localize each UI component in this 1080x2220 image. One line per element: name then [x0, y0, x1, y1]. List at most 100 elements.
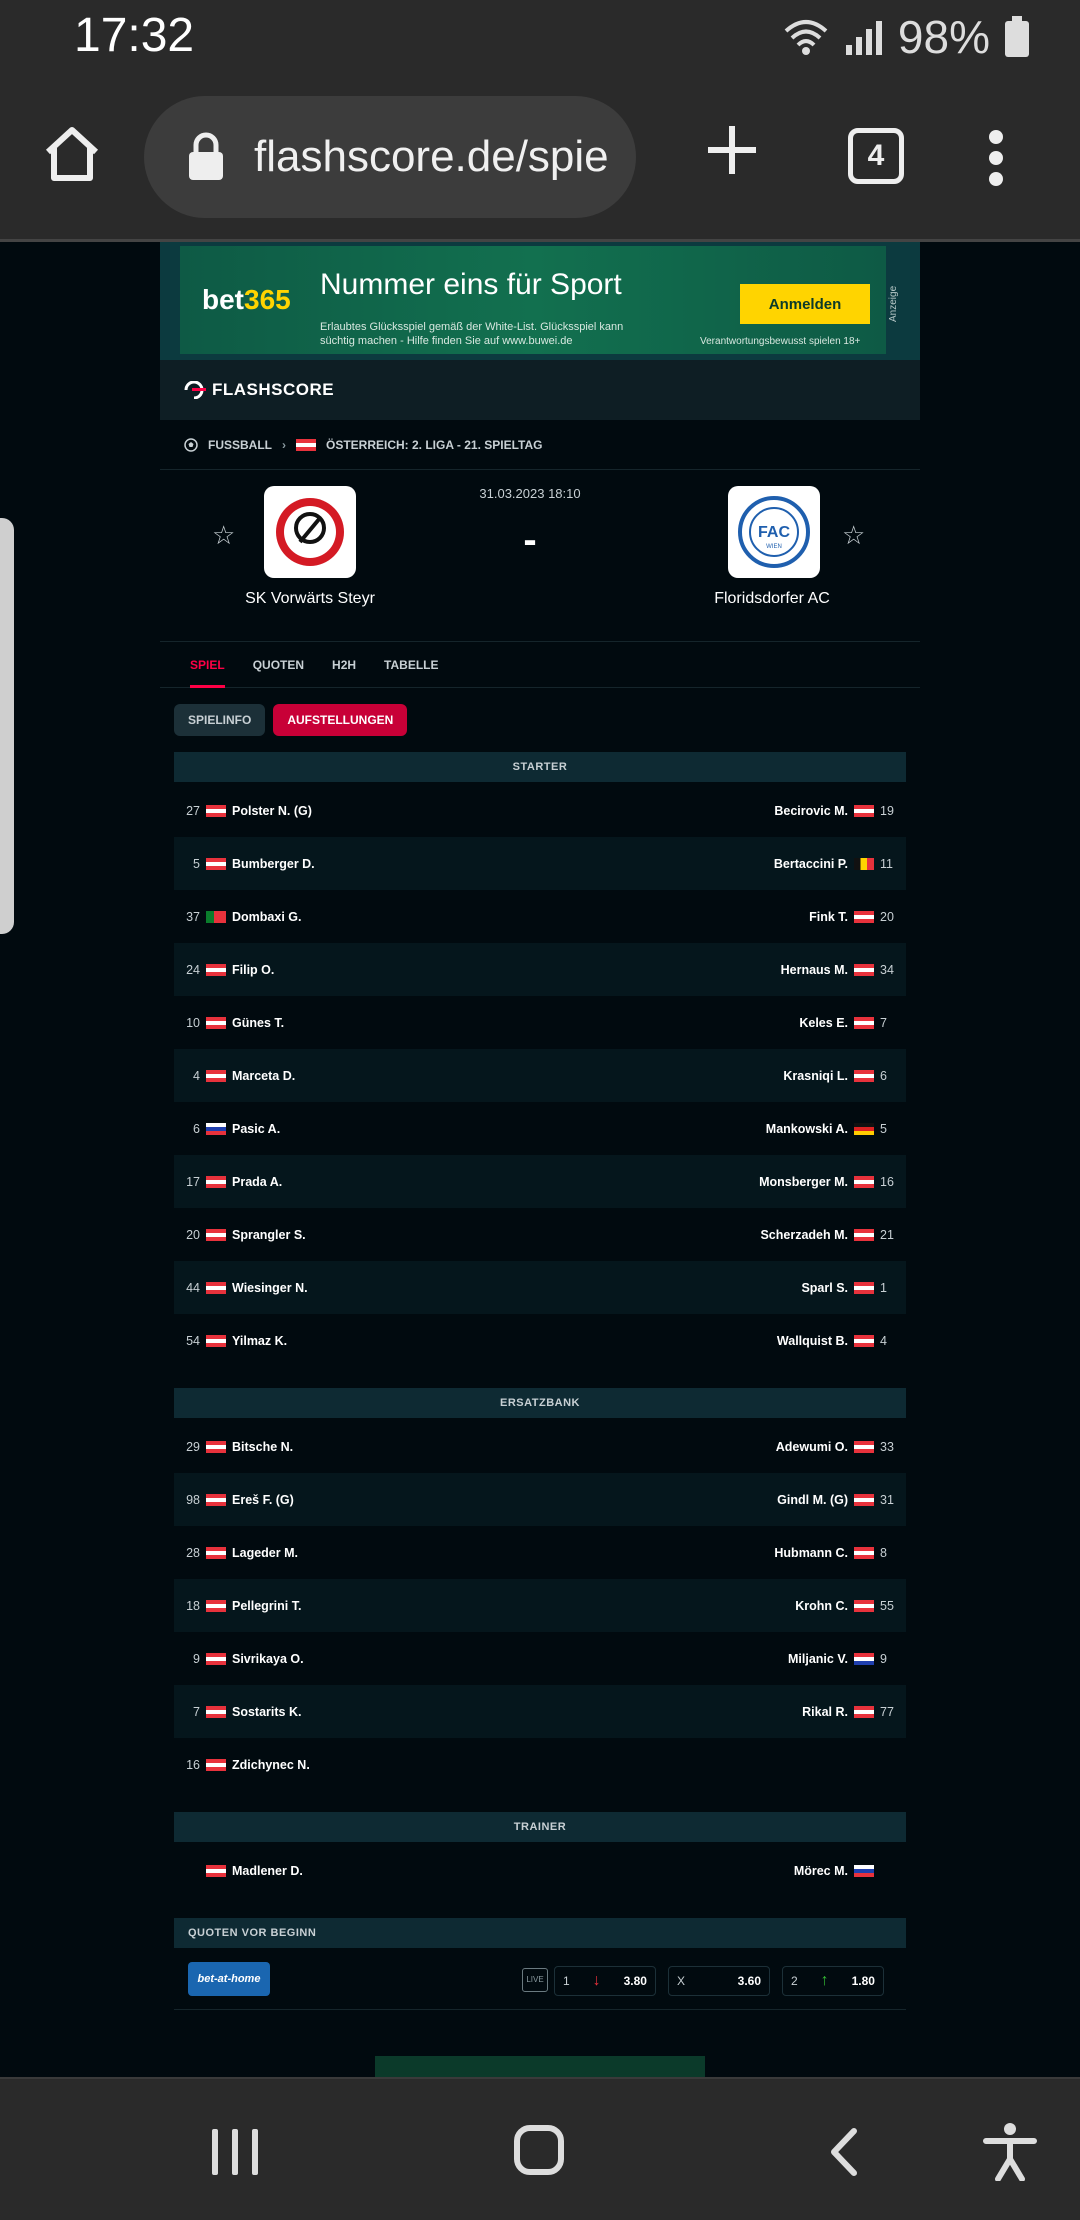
- home-player-name[interactable]: Yilmaz K.: [232, 1334, 287, 1348]
- home-team-logo[interactable]: [264, 486, 356, 578]
- austria-flag-icon: [296, 438, 316, 451]
- home-player-name[interactable]: Lageder M.: [232, 1546, 298, 1560]
- recents-icon[interactable]: [212, 2129, 258, 2175]
- bench-header: ERSATZBANK: [174, 1388, 906, 1418]
- flag-icon: [206, 1599, 226, 1612]
- away-player-name[interactable]: Adewumi O.: [776, 1440, 848, 1454]
- home-player-name[interactable]: Bumberger D.: [232, 857, 315, 871]
- away-player-number: 77: [880, 1704, 894, 1719]
- favorite-home-star-icon[interactable]: ☆: [212, 520, 235, 551]
- home-player-name[interactable]: Sostarits K.: [232, 1705, 301, 1719]
- ad-signup-button[interactable]: Anmelden: [740, 284, 870, 324]
- flag-icon: [206, 1758, 226, 1771]
- accessibility-icon[interactable]: [980, 2121, 1040, 2181]
- home-nav-icon[interactable]: [514, 2125, 564, 2175]
- favorite-away-star-icon[interactable]: ☆: [842, 520, 865, 551]
- lineup-row: 28 Lageder M. Hubmann C. 8: [174, 1526, 906, 1579]
- away-player-name[interactable]: Krasniqi L.: [783, 1069, 848, 1083]
- home-player-name[interactable]: Bitsche N.: [232, 1440, 293, 1454]
- lineup-row: 6 Pasic A. Mankowski A. 5: [174, 1102, 906, 1155]
- home-player-number: 4: [193, 1068, 200, 1083]
- tab-tabelle[interactable]: TABELLE: [370, 642, 452, 688]
- away-player-name[interactable]: Fink T.: [809, 910, 848, 924]
- home-player-name[interactable]: Pasic A.: [232, 1122, 280, 1136]
- away-player-name[interactable]: Gindl M. (G): [777, 1493, 848, 1507]
- away-player-name[interactable]: Becirovic M.: [774, 804, 848, 818]
- away-player-name[interactable]: Rikal R.: [802, 1705, 848, 1719]
- battery-percent: 98%: [897, 11, 990, 63]
- ad-fineprint: Erlaubtes Glücksspiel gemäß der White-Li…: [320, 321, 624, 347]
- away-team-name[interactable]: Floridsdorfer AC: [672, 590, 872, 608]
- new-tab-icon[interactable]: [704, 122, 760, 178]
- browser-toolbar: flashscore.de/spie 4: [0, 72, 1080, 242]
- ad-banner[interactable]: bet365 Nummer eins für Sport Erlaubtes G…: [160, 242, 920, 360]
- tab-switcher-button[interactable]: 4: [848, 128, 904, 184]
- flag-icon: [854, 910, 874, 923]
- away-player-name[interactable]: Hernaus M.: [781, 963, 848, 977]
- bottom-ad-banner[interactable]: [375, 2056, 705, 2077]
- flashscore-logo[interactable]: FLASHSCORE: [184, 380, 334, 400]
- away-player-name[interactable]: Mankowski A.: [766, 1122, 848, 1136]
- away-player-name[interactable]: Sparl S.: [801, 1281, 848, 1295]
- home-player-name[interactable]: Zdichynec N.: [232, 1758, 310, 1772]
- flag-icon: [206, 1281, 226, 1294]
- away-player-name[interactable]: Scherzadeh M.: [760, 1228, 848, 1242]
- home-player-name[interactable]: Marceta D.: [232, 1069, 295, 1083]
- home-player-number: 54: [186, 1333, 200, 1348]
- home-player-name[interactable]: Dombaxi G.: [232, 910, 301, 924]
- away-trainer-name[interactable]: Mörec M.: [794, 1864, 848, 1878]
- odd-draw[interactable]: X 3.60: [668, 1966, 770, 1996]
- flag-icon: [206, 857, 226, 870]
- flag-icon: [854, 1493, 874, 1506]
- home-player-name[interactable]: Prada A.: [232, 1175, 282, 1189]
- breadcrumb-competition[interactable]: ÖSTERREICH: 2. LIGA - 21. SPIELTAG: [326, 438, 542, 452]
- home-icon[interactable]: [40, 122, 104, 186]
- odd-away[interactable]: 2 ↑ 1.80: [782, 1966, 884, 1996]
- lineup-row: 37 Dombaxi G. Fink T. 20: [174, 890, 906, 943]
- address-bar[interactable]: flashscore.de/spie: [144, 96, 636, 218]
- home-player-number: 20: [186, 1227, 200, 1242]
- home-player-name[interactable]: Sivrikaya O.: [232, 1652, 304, 1666]
- url-text[interactable]: flashscore.de/spie: [254, 132, 624, 182]
- flag-icon: [854, 1599, 874, 1612]
- away-player-number: 7: [880, 1015, 887, 1030]
- home-team-name[interactable]: SK Vorwärts Steyr: [210, 590, 410, 608]
- home-player-name[interactable]: Pellegrini T.: [232, 1599, 301, 1613]
- edge-panel-handle[interactable]: [0, 518, 14, 934]
- flag-icon: [206, 1493, 226, 1506]
- away-player-name[interactable]: Hubmann C.: [774, 1546, 848, 1560]
- away-player-name[interactable]: Miljanic V.: [788, 1652, 848, 1666]
- home-player-name[interactable]: Günes T.: [232, 1016, 284, 1030]
- flag-icon: [206, 1546, 226, 1559]
- back-icon[interactable]: [820, 2127, 870, 2177]
- home-player-name[interactable]: Wiesinger N.: [232, 1281, 308, 1295]
- more-menu-icon[interactable]: [988, 130, 1004, 186]
- system-nav-bar: [0, 2077, 1080, 2220]
- flag-icon: [854, 1440, 874, 1453]
- bookmaker-logo[interactable]: bet-at-home: [188, 1962, 270, 1996]
- tab-h2h[interactable]: H2H: [318, 642, 370, 688]
- away-player-name[interactable]: Monsberger M.: [759, 1175, 848, 1189]
- tab-quoten[interactable]: QUOTEN: [239, 642, 318, 688]
- home-player-name[interactable]: Polster N. (G): [232, 804, 312, 818]
- away-player-name[interactable]: Krohn C.: [795, 1599, 848, 1613]
- home-player-name[interactable]: Ereš F. (G): [232, 1493, 294, 1507]
- away-team-logo[interactable]: FAC WIEN: [728, 486, 820, 578]
- arrow-down-icon: ↓: [592, 1972, 601, 1989]
- subtab-aufstellungen[interactable]: AUFSTELLUNGEN: [273, 704, 408, 736]
- home-player-name[interactable]: Filip O.: [232, 963, 274, 977]
- web-content: bet365 Nummer eins für Sport Erlaubtes G…: [0, 242, 1080, 2077]
- home-player-number: 28: [186, 1545, 200, 1560]
- wifi-icon: [784, 20, 828, 55]
- subtab-spielinfo[interactable]: SPIELINFO: [174, 704, 266, 736]
- home-trainer-name[interactable]: Madlener D.: [232, 1864, 303, 1878]
- fac-crest-icon: FAC WIEN: [738, 496, 810, 568]
- home-player-name[interactable]: Sprangler S.: [232, 1228, 306, 1242]
- away-player-name[interactable]: Wallquist B.: [777, 1334, 848, 1348]
- away-player-name[interactable]: Bertaccini P.: [774, 857, 848, 871]
- tab-spiel[interactable]: SPIEL: [176, 642, 239, 688]
- away-player-number: 33: [880, 1439, 894, 1454]
- away-player-name[interactable]: Keles E.: [799, 1016, 848, 1030]
- breadcrumb-sport[interactable]: FUSSBALL: [208, 438, 272, 452]
- odd-home[interactable]: 1 ↓ 3.80: [554, 1966, 656, 1996]
